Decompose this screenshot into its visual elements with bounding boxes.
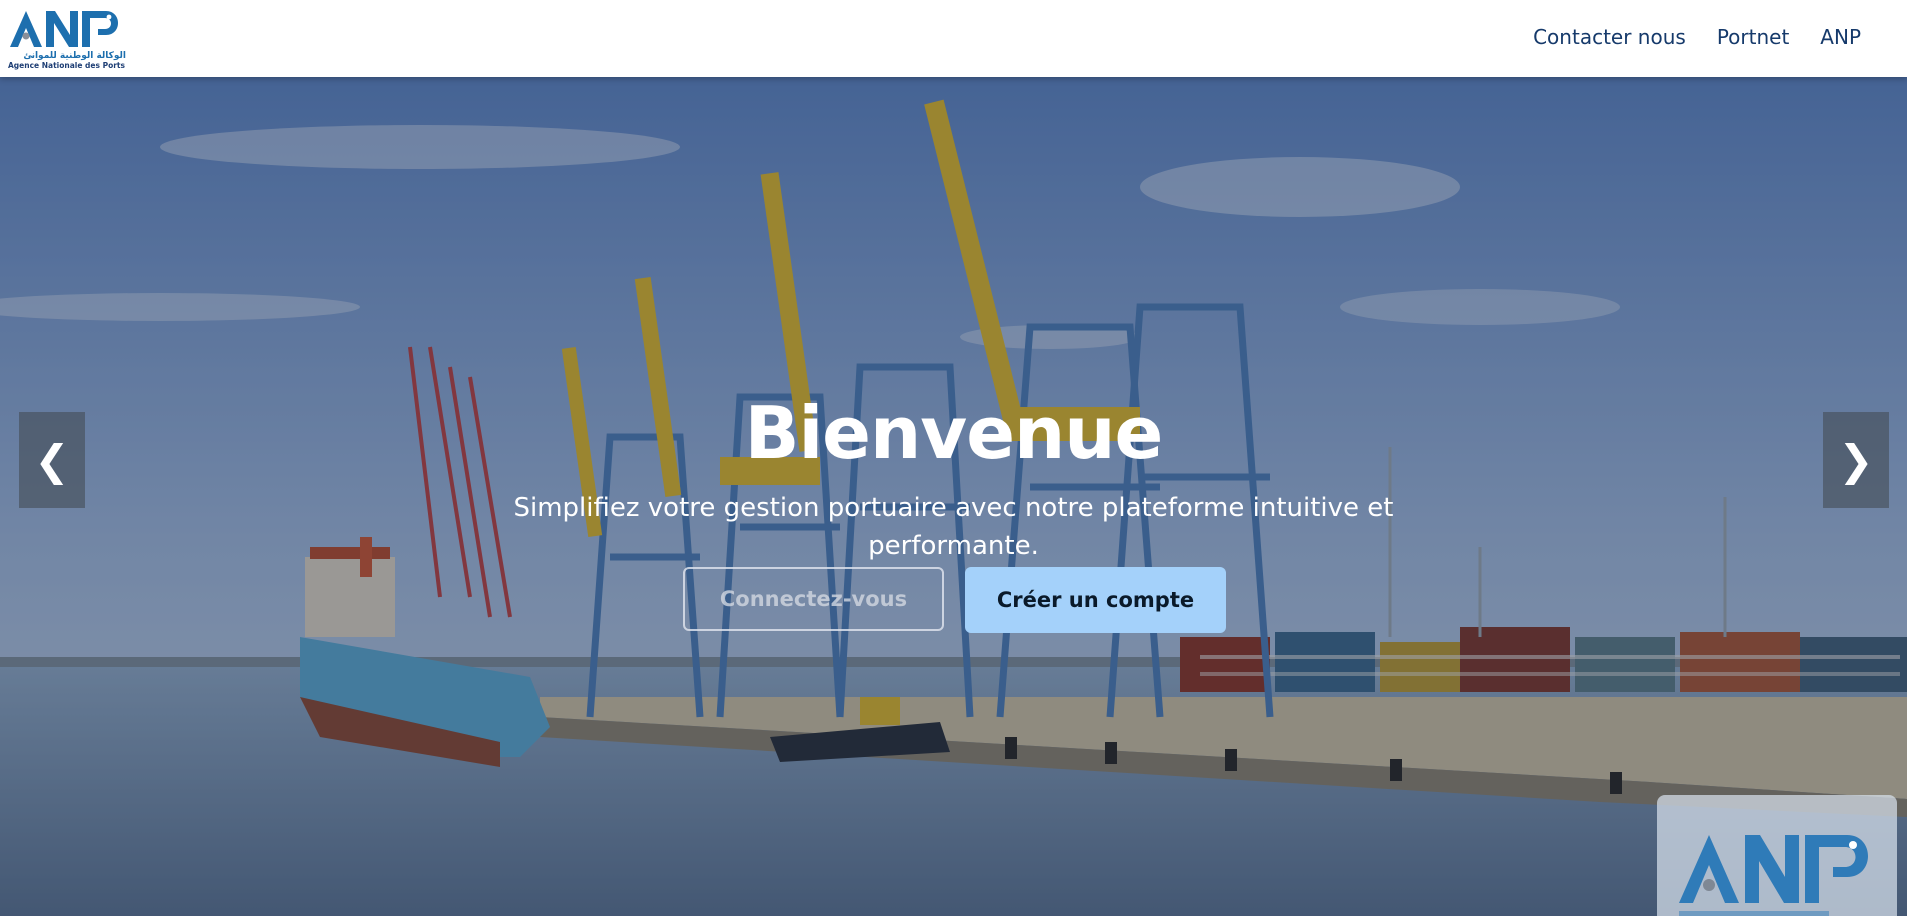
- hero-carousel: Bienvenue Simplifiez votre gestion portu…: [0, 77, 1907, 916]
- hero-title: Bienvenue: [744, 391, 1164, 475]
- nav-link-contact[interactable]: Contacter nous: [1533, 25, 1686, 49]
- site-header: الوكالة الوطنية للموانئ Agence Nationale…: [0, 0, 1907, 77]
- create-account-button[interactable]: Créer un compte: [965, 567, 1226, 633]
- carousel-next-button[interactable]: ❯: [1823, 412, 1889, 508]
- nav-link-portnet[interactable]: Portnet: [1717, 25, 1789, 49]
- anp-logo[interactable]: الوكالة الوطنية للموانئ Agence Nationale…: [8, 7, 126, 70]
- logo-arabic-name: الوكالة الوطنية للموانئ: [23, 51, 126, 61]
- main-nav: Contacter nous Portnet ANP: [1533, 25, 1861, 49]
- anp-watermark-logo: [1657, 795, 1897, 916]
- chevron-right-icon: ❯: [1838, 435, 1874, 485]
- login-button[interactable]: Connectez-vous: [683, 567, 944, 631]
- carousel-prev-button[interactable]: ❮: [19, 412, 85, 508]
- logo-french-name: Agence Nationale des Ports: [8, 61, 125, 70]
- anp-logo-mark: [10, 11, 118, 47]
- nav-link-anp[interactable]: ANP: [1820, 25, 1861, 49]
- chevron-left-icon: ❮: [34, 435, 70, 485]
- watermark-logo-mark: [1679, 835, 1868, 916]
- hero-subtitle: Simplifiez votre gestion portuaire avec …: [513, 493, 1394, 561]
